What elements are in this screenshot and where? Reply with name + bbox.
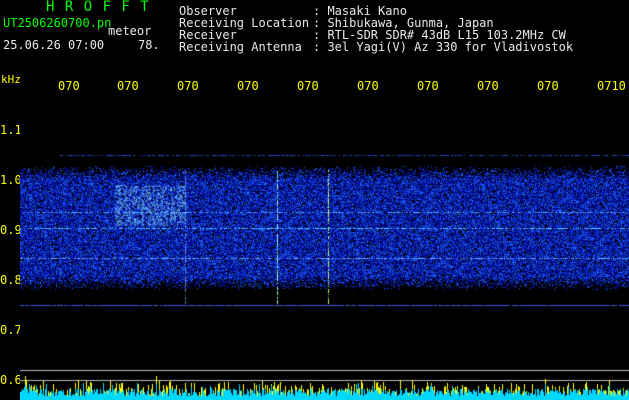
antenna-label: Receiving Antenna (179, 40, 302, 54)
record-date: 25.06.26 07:00 (3, 38, 105, 52)
record-rate: 78. (138, 38, 160, 52)
x-tick-label: 070 (417, 79, 439, 93)
record-type: meteor (108, 24, 152, 38)
y-tick-label: 0.6 (0, 373, 22, 387)
hrofft-title: H R O F F T (46, 0, 150, 15)
x-tick-label: 070 (537, 79, 559, 93)
file-name: UT2506260700.pn (3, 16, 112, 30)
x-tick-label: 070 (117, 79, 139, 93)
y-tick-label: 0.7 (0, 323, 22, 337)
x-tick-label: 070 (477, 79, 499, 93)
y-tick-label: 0.9 (0, 223, 22, 237)
antenna-value: : 3el Yagi(V) Az 330 for Vladivostok (313, 40, 574, 54)
x-tick-label: 070 (237, 79, 259, 93)
x-tick-label: 070 (58, 79, 80, 93)
spectrogram-canvas (20, 100, 629, 400)
x-tick-label: 0710 (597, 79, 626, 93)
y-axis-unit: kHz (1, 73, 21, 86)
y-tick-label: 1.1 (0, 123, 22, 137)
x-tick-label: 070 (357, 79, 379, 93)
x-tick-label: 070 (297, 79, 319, 93)
y-tick-label: 0.8 (0, 273, 22, 287)
x-tick-label: 070 (177, 79, 199, 93)
y-tick-label: 1.0 (0, 173, 22, 187)
